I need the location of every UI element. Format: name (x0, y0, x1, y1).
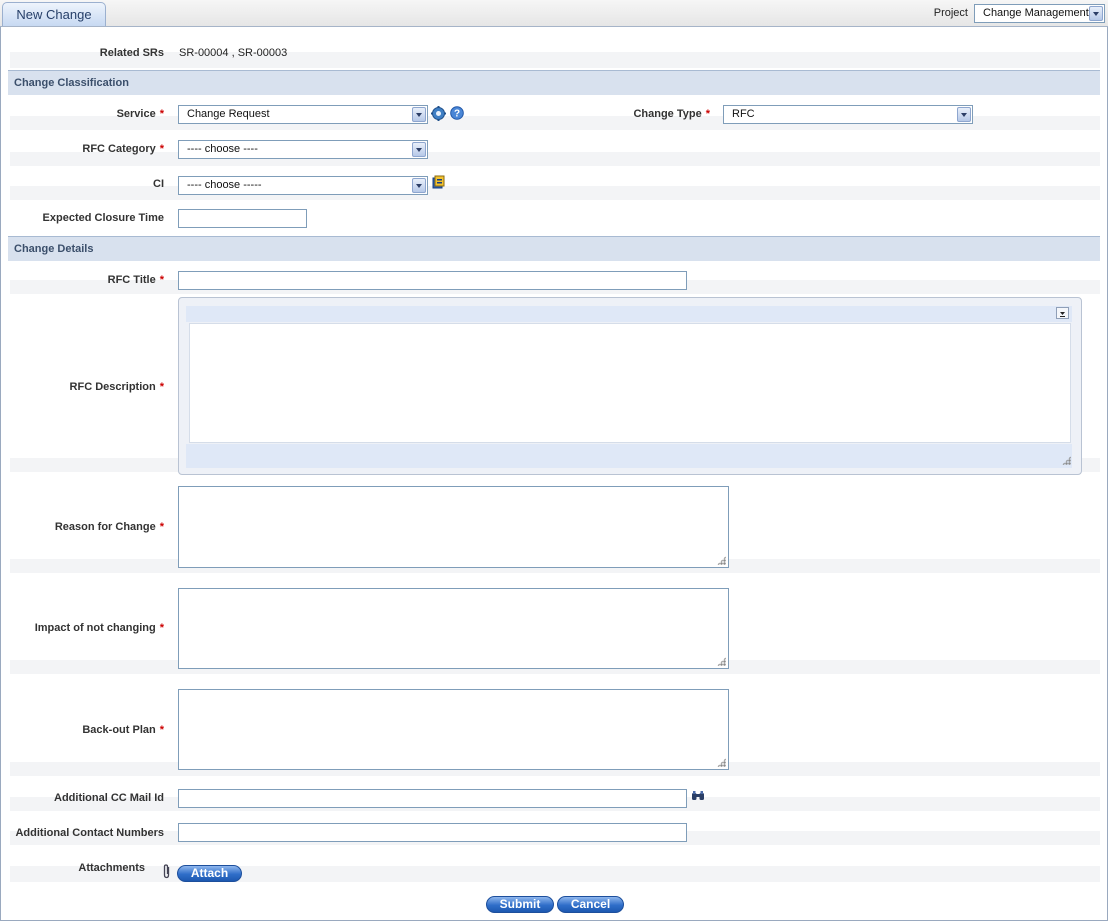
chevron-down-icon (1089, 6, 1103, 21)
related-srs-value: SR-00004 , SR-00003 (179, 47, 288, 59)
rfc-description-label: RFC Description * (69, 381, 164, 393)
backout-plan-textarea[interactable] (178, 689, 729, 770)
impact-textarea[interactable] (178, 588, 729, 669)
attachments-row (10, 866, 1100, 882)
editor-statusbar (186, 444, 1072, 468)
chevron-down-icon (412, 107, 426, 122)
cc-mail-input[interactable] (178, 789, 687, 808)
attach-button[interactable]: Attach (177, 865, 242, 882)
section-header-details: Change Details (8, 236, 1100, 261)
project-select-value: Change Management (983, 7, 1089, 19)
contact-numbers-input[interactable] (178, 823, 687, 842)
submit-button[interactable]: Submit (486, 896, 554, 913)
chevron-down-icon (412, 178, 426, 193)
rfc-category-label: RFC Category * (82, 143, 164, 155)
rfc-description-textarea[interactable] (189, 323, 1071, 443)
dropdown-icon[interactable] (1056, 307, 1069, 319)
ci-select[interactable]: ---- choose ----- (178, 176, 428, 195)
chevron-down-icon (412, 142, 426, 157)
impact-label: Impact of not changing * (34, 622, 164, 634)
rfc-title-input[interactable] (178, 271, 687, 290)
project-select[interactable]: Change Management (974, 4, 1105, 23)
tab-new-change[interactable]: New Change (2, 2, 106, 26)
backout-plan-label: Back-out Plan * (82, 724, 164, 736)
cc-mail-label: Additional CC Mail Id (54, 792, 164, 804)
cancel-button[interactable]: Cancel (557, 896, 624, 913)
reason-for-change-textarea[interactable] (178, 486, 729, 568)
expected-closure-time-input[interactable] (178, 209, 307, 228)
paperclip-icon (162, 864, 172, 882)
expected-closure-time-label: Expected Closure Time (42, 212, 164, 224)
ci-label: CI (153, 178, 164, 190)
reason-for-change-label: Reason for Change * (54, 521, 164, 533)
binoculars-icon[interactable] (691, 790, 705, 804)
service-select[interactable]: Change Request (178, 105, 428, 124)
related-srs-label: Related SRs (99, 47, 164, 59)
related-row (10, 52, 1100, 68)
change-type-label: Change Type * (633, 108, 710, 120)
contact-numbers-label: Additional Contact Numbers (15, 827, 164, 839)
rfc-category-row (10, 152, 1100, 166)
section-header-classification: Change Classification (8, 70, 1100, 95)
help-icon[interactable]: ? (450, 106, 464, 123)
rfc-category-select[interactable]: ---- choose ---- (178, 140, 428, 159)
project-label: Project (933, 7, 968, 19)
attachments-label: Attachments (78, 862, 145, 874)
lookup-icon[interactable] (432, 175, 445, 192)
ci-row (10, 186, 1100, 200)
change-type-select[interactable]: RFC (723, 105, 973, 124)
gear-icon[interactable] (431, 106, 446, 124)
chevron-down-icon (957, 107, 971, 122)
resize-grip-icon[interactable] (717, 758, 726, 767)
resize-grip-icon[interactable] (717, 556, 726, 565)
rfc-title-label: RFC Title * (107, 274, 164, 286)
service-label: Service * (116, 108, 164, 120)
resize-grip-icon[interactable] (717, 657, 726, 666)
svg-text:?: ? (454, 109, 460, 120)
editor-toolbar (186, 306, 1072, 322)
